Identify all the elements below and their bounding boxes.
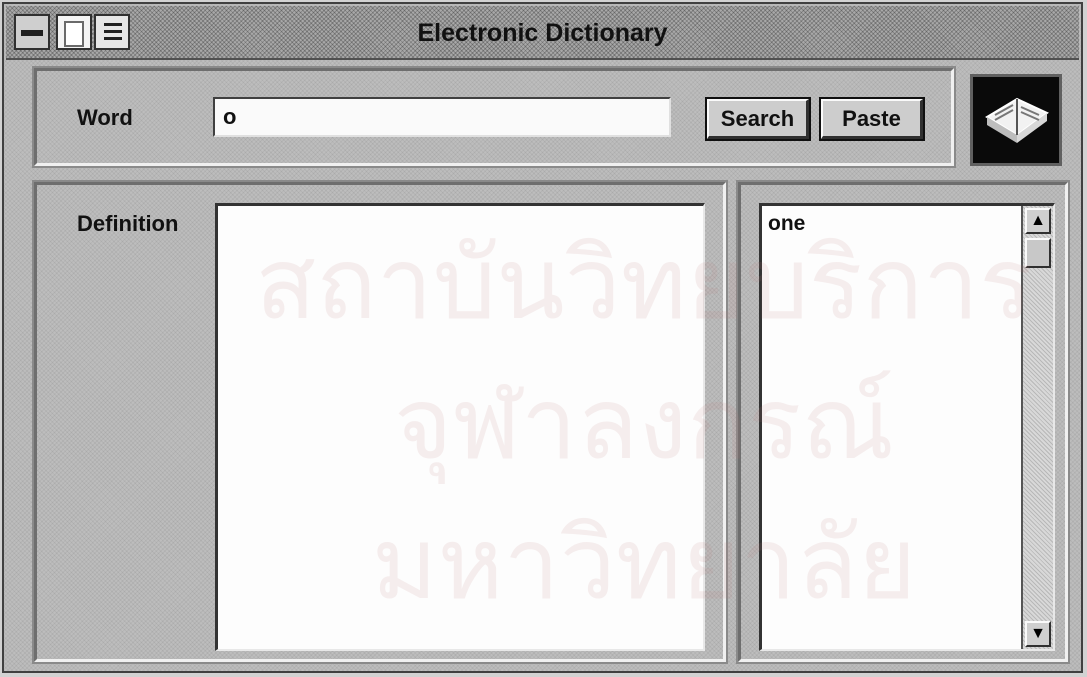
word-label: Word	[77, 105, 133, 130]
arrow-down-icon[interactable]: ▼	[1025, 621, 1051, 647]
vertical-scrollbar[interactable]: ▲ ▼	[1021, 206, 1053, 649]
word-listbox[interactable]: one ▲ ▼	[759, 203, 1055, 651]
definition-label: Definition	[77, 211, 179, 236]
definition-textarea[interactable]	[215, 203, 705, 651]
word-input[interactable]	[213, 97, 671, 137]
search-panel: Word Search Paste	[32, 66, 956, 168]
title-bar[interactable]: Electronic Dictionary	[6, 6, 1079, 60]
paste-button[interactable]: Paste	[819, 97, 925, 141]
scroll-thumb[interactable]	[1025, 238, 1051, 268]
app-window: Electronic Dictionary Word Search Paste …	[2, 2, 1083, 673]
book-icon[interactable]	[970, 74, 1062, 166]
definition-panel: Definition	[32, 180, 728, 664]
search-button[interactable]: Search	[705, 97, 811, 141]
word-list-panel: one ▲ ▼	[736, 180, 1070, 664]
arrow-up-icon[interactable]: ▲	[1025, 208, 1051, 234]
list-item[interactable]: one	[768, 212, 805, 236]
window-title: Electronic Dictionary	[417, 19, 668, 47]
